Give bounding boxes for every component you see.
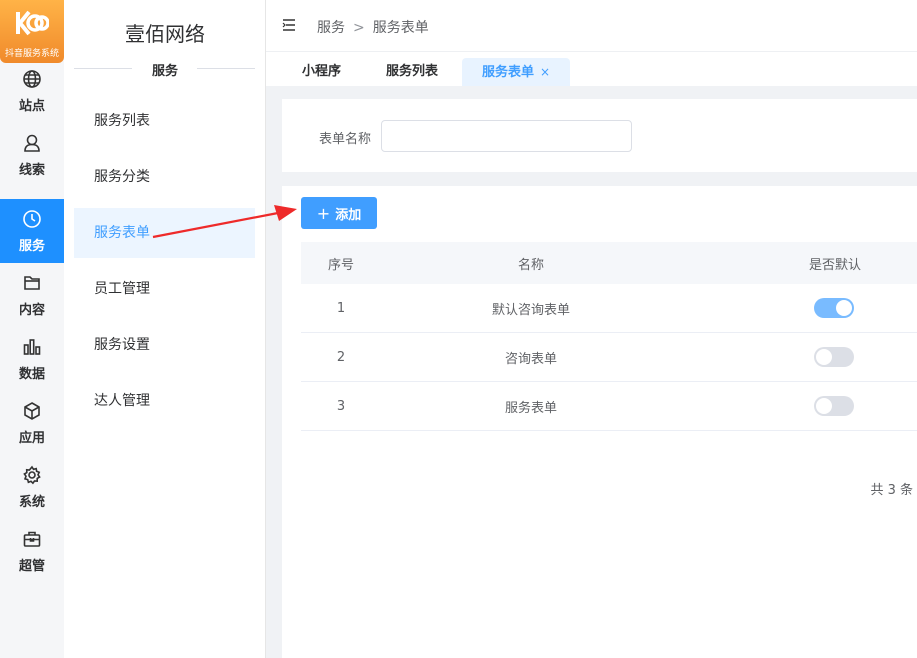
form-name-input[interactable] bbox=[381, 120, 632, 152]
brand-title: 壹佰网络 bbox=[125, 22, 205, 46]
table-row: 2 咨询表单 bbox=[301, 333, 917, 382]
rail-label: 线索 bbox=[18, 162, 45, 178]
divider-line bbox=[197, 68, 255, 69]
tab-mini-program[interactable]: 小程序 bbox=[282, 58, 361, 86]
table-row: 1 默认咨询表单 bbox=[301, 284, 917, 333]
rail-label: 系统 bbox=[18, 494, 45, 510]
rail-label: 服务 bbox=[18, 238, 45, 254]
submenu-item-service-category[interactable]: 服务分类 bbox=[74, 152, 255, 202]
close-icon[interactable]: × bbox=[540, 65, 550, 79]
search-panel: 表单名称 bbox=[282, 99, 917, 172]
rail-item-data[interactable]: 数据 bbox=[0, 327, 64, 391]
rail-item-service[interactable]: 服务 bbox=[0, 199, 64, 263]
breadcrumb: 服务 > 服务表单 bbox=[317, 17, 429, 37]
add-button-label: 添加 bbox=[335, 207, 362, 223]
gear-icon bbox=[23, 465, 41, 484]
cell-name: 咨询表单 bbox=[504, 351, 557, 367]
form-name-label: 表单名称 bbox=[319, 132, 372, 147]
folder-icon bbox=[24, 275, 40, 290]
main-panel: + 添加 序号 名称 是否默认 1 默认咨询表单 2 咨询表单 3 服务表单 共… bbox=[282, 186, 917, 658]
default-toggle[interactable] bbox=[814, 347, 854, 367]
add-button[interactable]: + 添加 bbox=[301, 197, 377, 229]
submenu-item-service-list[interactable]: 服务列表 bbox=[74, 96, 255, 146]
toggle-knob bbox=[816, 398, 832, 414]
tab-bar: 小程序 服务列表 服务表单 × bbox=[266, 52, 917, 86]
logo-text: 抖音服务系统 bbox=[4, 49, 59, 59]
table-row: 3 服务表单 bbox=[301, 382, 917, 431]
toggle-knob bbox=[836, 300, 852, 316]
rail-item-site[interactable]: 站点 bbox=[0, 59, 64, 123]
cell-index: 3 bbox=[336, 398, 346, 414]
breadcrumb-item[interactable]: 服务 bbox=[317, 20, 345, 36]
form-table: 序号 名称 是否默认 1 默认咨询表单 2 咨询表单 3 服务表单 bbox=[301, 242, 917, 431]
header-index: 序号 bbox=[327, 257, 354, 273]
rail-item-system[interactable]: 系统 bbox=[0, 455, 64, 519]
plus-icon: + bbox=[316, 203, 331, 223]
tab-service-form[interactable]: 服务表单 × bbox=[462, 58, 571, 86]
rail-label: 应用 bbox=[18, 430, 45, 446]
cell-index: 1 bbox=[336, 300, 346, 316]
breadcrumb-separator: > bbox=[353, 20, 365, 36]
table-header: 序号 名称 是否默认 bbox=[301, 242, 917, 284]
header-default: 是否默认 bbox=[808, 257, 861, 273]
submenu-item-staff[interactable]: 员工管理 bbox=[74, 264, 255, 314]
tab-label: 服务列表 bbox=[386, 64, 439, 79]
submenu-item-service-form[interactable]: 服务表单 bbox=[74, 208, 255, 258]
default-toggle[interactable] bbox=[814, 298, 854, 318]
rail-label: 超管 bbox=[18, 558, 45, 574]
app-logo[interactable]: 抖音服务系统 bbox=[0, 0, 64, 63]
rail-item-super-admin[interactable]: 超管 bbox=[0, 519, 64, 583]
clock-icon bbox=[23, 209, 41, 228]
submenu-item-influencer[interactable]: 达人管理 bbox=[74, 376, 255, 426]
rail-label: 内容 bbox=[18, 302, 45, 318]
submenu-item-service-settings[interactable]: 服务设置 bbox=[74, 320, 255, 370]
tab-service-list[interactable]: 服务列表 bbox=[366, 58, 458, 86]
icon-rail: 抖音服务系统 站点 线索 服务 内容 数据 应用 系统 超管 bbox=[0, 0, 64, 658]
rail-label: 站点 bbox=[18, 98, 45, 114]
rail-item-leads[interactable]: 线索 bbox=[0, 123, 64, 187]
cell-name: 默认咨询表单 bbox=[491, 302, 570, 318]
submenu: 壹佰网络 服务 服务列表 服务分类 服务表单 员工管理 服务设置 达人管理 bbox=[64, 0, 266, 658]
toolbox-icon bbox=[23, 531, 41, 547]
tab-label: 服务表单 bbox=[482, 65, 535, 80]
breadcrumb-current: 服务表单 bbox=[372, 20, 429, 36]
cell-name: 服务表单 bbox=[504, 400, 557, 416]
rail-item-apps[interactable]: 应用 bbox=[0, 391, 64, 455]
tab-label: 小程序 bbox=[302, 64, 342, 79]
submenu-section-label: 服务 bbox=[151, 64, 178, 79]
rail-label: 数据 bbox=[18, 366, 45, 382]
globe-icon bbox=[23, 69, 41, 88]
default-toggle[interactable] bbox=[814, 396, 854, 416]
submenu-section-title: 服务 bbox=[64, 60, 266, 79]
header-name: 名称 bbox=[517, 257, 544, 273]
toggle-knob bbox=[816, 349, 832, 365]
bar-chart-icon bbox=[23, 338, 41, 355]
cube-icon bbox=[24, 401, 40, 420]
pagination-total: 共 3 条 bbox=[870, 483, 913, 498]
top-header: 服务 > 服务表单 bbox=[266, 0, 917, 52]
cell-index: 2 bbox=[336, 349, 346, 365]
rail-item-content[interactable]: 内容 bbox=[0, 263, 64, 327]
menu-collapse-icon[interactable] bbox=[282, 18, 296, 32]
user-icon bbox=[24, 134, 40, 152]
logo-mark-icon bbox=[16, 10, 49, 36]
